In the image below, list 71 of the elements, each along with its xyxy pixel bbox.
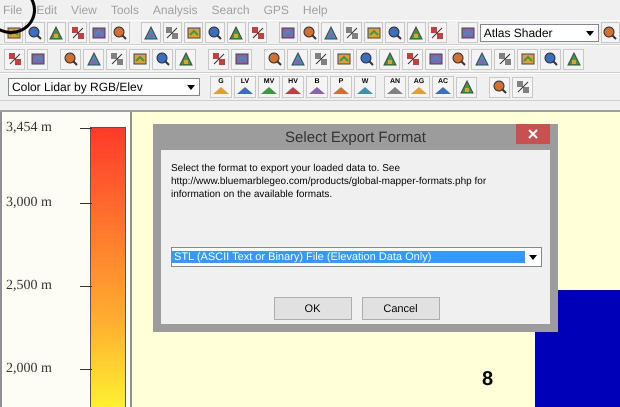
tool-icon[interactable] bbox=[428, 51, 444, 67]
tool-icon[interactable] bbox=[366, 24, 382, 40]
terrain-icon bbox=[261, 86, 277, 94]
tool-icon[interactable] bbox=[602, 24, 618, 40]
tool-icon[interactable] bbox=[90, 24, 107, 40]
terrain-icon bbox=[357, 86, 373, 94]
tool-icon[interactable] bbox=[62, 51, 78, 67]
tool-icon[interactable] bbox=[542, 51, 558, 67]
tool-icon[interactable] bbox=[492, 79, 508, 95]
tool-icon[interactable] bbox=[70, 24, 86, 40]
elevation-label: 3,000 m bbox=[6, 195, 53, 211]
tool-icon[interactable] bbox=[86, 51, 102, 67]
terrain-icon bbox=[213, 86, 229, 94]
layer-select[interactable]: Color Lidar by RGB/Elev bbox=[8, 78, 200, 96]
tool-icon[interactable] bbox=[142, 24, 159, 40]
tool-icon[interactable] bbox=[228, 24, 244, 40]
tool-icon[interactable] bbox=[514, 79, 530, 95]
tool-icon[interactable] bbox=[112, 24, 128, 40]
terrain-icon bbox=[237, 86, 253, 94]
dialog-title: Select Export Format bbox=[285, 128, 426, 146]
tool-icon[interactable] bbox=[154, 51, 170, 67]
elevation-label: 2,000 m bbox=[6, 361, 53, 377]
tool-icon[interactable] bbox=[358, 51, 374, 67]
tool-icon[interactable] bbox=[460, 24, 476, 40]
tool-icon[interactable] bbox=[132, 51, 148, 67]
tool-icon[interactable] bbox=[404, 51, 420, 67]
tool-icon[interactable] bbox=[206, 24, 223, 40]
tool-icon[interactable] bbox=[6, 51, 22, 67]
tool-icon[interactable] bbox=[566, 51, 582, 67]
dialog-button[interactable]: OK bbox=[274, 297, 352, 320]
tool-icon[interactable] bbox=[344, 24, 360, 40]
tool-icon[interactable] bbox=[458, 79, 474, 95]
tool-icon[interactable] bbox=[386, 24, 403, 40]
tool-icon[interactable] bbox=[382, 51, 398, 67]
tool-icon[interactable] bbox=[30, 51, 46, 67]
tool-icon[interactable] bbox=[336, 51, 352, 67]
tool-icon[interactable] bbox=[322, 24, 339, 40]
tool-icon[interactable] bbox=[280, 24, 296, 40]
tool-icon[interactable] bbox=[266, 51, 282, 67]
tool-icon[interactable] bbox=[520, 51, 536, 67]
shader-select[interactable]: Atlas Shader bbox=[480, 24, 599, 42]
close-button[interactable] bbox=[516, 124, 550, 144]
tool-icon[interactable] bbox=[48, 24, 64, 40]
tool-icon[interactable] bbox=[234, 51, 250, 67]
elevation-label: 2,500 m bbox=[6, 278, 53, 294]
tool-icon[interactable] bbox=[302, 24, 318, 40]
tool-icon[interactable] bbox=[408, 24, 424, 40]
tool-icon[interactable] bbox=[312, 51, 328, 67]
tool-icon[interactable] bbox=[186, 24, 202, 40]
tool-icon[interactable] bbox=[250, 24, 266, 40]
tool-icon[interactable] bbox=[474, 51, 490, 67]
tool-icon[interactable] bbox=[26, 24, 43, 40]
dialog-button[interactable]: Cancel bbox=[362, 297, 440, 320]
tool-icon[interactable] bbox=[210, 51, 226, 67]
terrain-icon bbox=[411, 86, 427, 94]
tool-icon[interactable] bbox=[429, 24, 446, 40]
terrain-icon bbox=[285, 86, 301, 94]
terrain-icon bbox=[435, 86, 451, 94]
close-icon[interactable] bbox=[528, 129, 538, 139]
dialog-message: Select the format to export your loaded data to. See http://www.bluemarblegeo.com/products/global-mapper-formats.php for information on the available formats. bbox=[171, 162, 488, 201]
elevation-label: 3,454 m bbox=[6, 120, 53, 136]
map-label: 8 bbox=[482, 368, 494, 391]
tool-icon[interactable] bbox=[108, 51, 124, 67]
tool-icon[interactable] bbox=[450, 51, 466, 67]
tool-icon[interactable] bbox=[178, 51, 194, 67]
tool-icon[interactable] bbox=[164, 24, 180, 40]
tool-icon[interactable] bbox=[496, 51, 512, 67]
terrain-icon bbox=[387, 86, 403, 94]
terrain-icon bbox=[333, 86, 349, 94]
tool-icon[interactable] bbox=[290, 51, 306, 67]
terrain-icon bbox=[309, 86, 325, 94]
